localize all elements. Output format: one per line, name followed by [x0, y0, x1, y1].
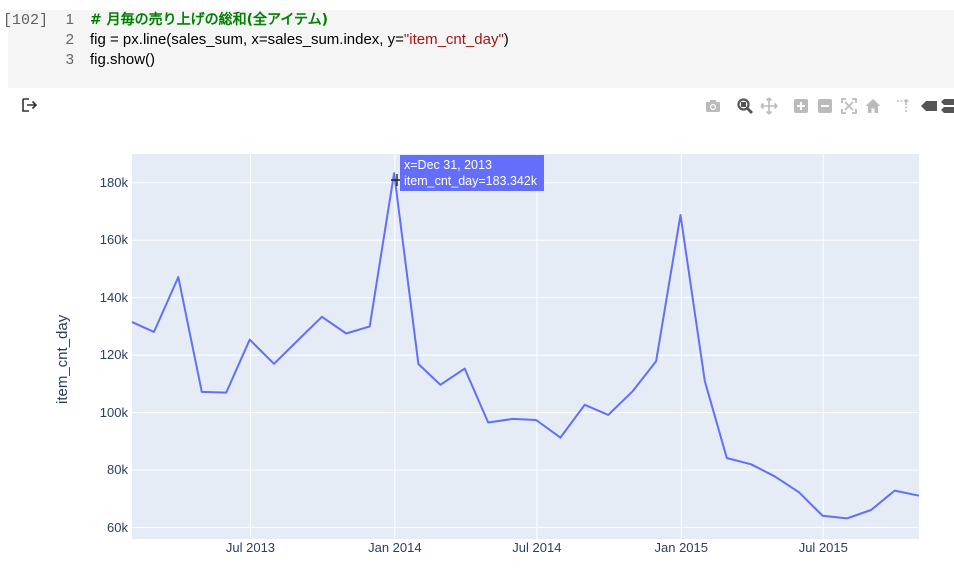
data-point[interactable]	[247, 337, 253, 343]
y-tick-label: 180k	[99, 174, 128, 190]
data-point[interactable]	[724, 455, 730, 461]
data-point[interactable]	[391, 170, 397, 176]
hover-x-value: x=Dec 31, 2013	[404, 158, 492, 172]
x-tick-label: Jan 2014	[368, 540, 422, 555]
data-point[interactable]	[582, 402, 588, 408]
data-point[interactable]	[605, 412, 611, 418]
data-point[interactable]	[557, 435, 563, 441]
data-point[interactable]	[510, 416, 516, 422]
data-point[interactable]	[844, 515, 850, 521]
y-axis-title: item_cnt_day	[54, 314, 71, 404]
data-point[interactable]	[653, 358, 659, 364]
x-tick-label: Jul 2014	[512, 540, 562, 555]
data-point[interactable]	[916, 493, 922, 499]
data-point[interactable]	[702, 378, 708, 384]
data-point[interactable]	[678, 212, 684, 218]
data-point[interactable]	[868, 507, 874, 513]
line-chart[interactable]	[0, 0, 954, 572]
y-tick-label: 100k	[99, 404, 128, 420]
data-point[interactable]	[630, 388, 636, 394]
data-point[interactable]	[295, 337, 301, 343]
data-point[interactable]	[271, 361, 277, 367]
data-point[interactable]	[772, 473, 778, 479]
data-point[interactable]	[199, 389, 205, 395]
data-point[interactable]	[437, 382, 443, 388]
hover-tooltip: x=Dec 31, 2013 item_cnt_day=183.342k	[400, 155, 544, 191]
data-point[interactable]	[175, 274, 181, 280]
data-point[interactable]	[796, 489, 802, 495]
y-tick-label: 160k	[99, 232, 128, 248]
data-point[interactable]	[892, 488, 898, 494]
data-point[interactable]	[748, 461, 754, 467]
data-point[interactable]	[223, 390, 229, 396]
x-tick-label: Jul 2015	[798, 540, 848, 555]
notebook-cell: [102] 1 # 月毎の売り上げの総和(全アイテム) 2 fig = px.line…	[0, 0, 954, 572]
x-tick-label: Jul 2013	[225, 540, 276, 555]
y-tick-label: 120k	[99, 347, 128, 363]
data-point[interactable]	[151, 329, 157, 335]
data-point[interactable]	[343, 331, 349, 337]
data-point[interactable]	[820, 513, 826, 519]
data-point[interactable]	[485, 420, 491, 426]
y-tick-label: 60k	[107, 519, 128, 535]
data-point[interactable]	[462, 366, 468, 372]
x-tick-label: Jan 2015	[654, 540, 709, 555]
data-point[interactable]	[415, 361, 421, 367]
data-point[interactable]	[533, 417, 539, 423]
y-tick-label: 140k	[99, 289, 128, 305]
hover-y-value: item_cnt_day=183.342k	[404, 174, 538, 188]
data-point[interactable]	[129, 319, 135, 325]
y-tick-label: 80k	[107, 462, 128, 478]
data-point[interactable]	[319, 314, 325, 320]
data-point[interactable]	[367, 323, 373, 329]
